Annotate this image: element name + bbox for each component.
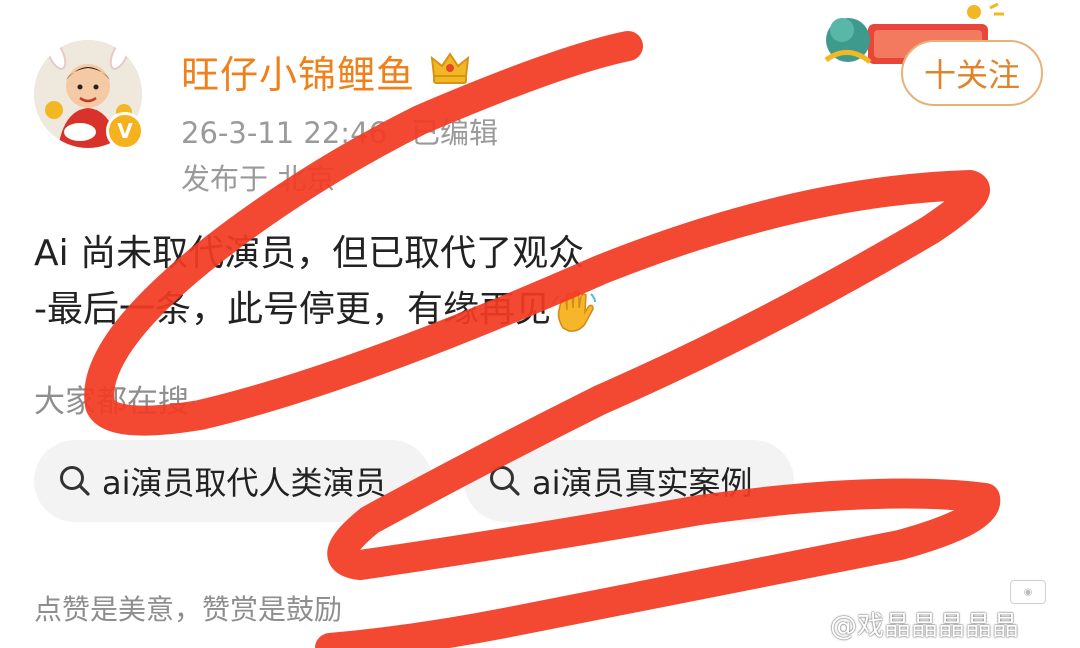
watermark: @戏晶晶晶晶晶 bbox=[830, 611, 1019, 642]
verified-v-icon: V bbox=[106, 112, 144, 150]
post-line-2-text: -最后一条，此号停更，有缘再见 bbox=[34, 289, 551, 330]
search-icon bbox=[60, 466, 90, 496]
waving-hand-icon bbox=[552, 290, 596, 332]
weibo-logo-icon: ◉ bbox=[1010, 580, 1046, 604]
search-section-heading: 大家都在搜 bbox=[34, 384, 189, 420]
author-name[interactable]: 旺仔小锦鲤鱼 bbox=[181, 44, 415, 99]
edited-label[interactable]: 已编辑 bbox=[411, 116, 498, 150]
post-line-1: Ai 尚未取代演员，但已取代了观众 bbox=[34, 233, 585, 274]
crown-icon[interactable] bbox=[428, 46, 472, 90]
reward-prompt: 点赞是美意，赞赏是鼓励 bbox=[34, 593, 343, 626]
post-location: 发布于 北京 bbox=[181, 162, 336, 196]
search-chip-label: ai演员取代人类演员 bbox=[102, 464, 387, 502]
post-line-2: -最后一条，此号停更，有缘再见 bbox=[34, 282, 597, 338]
search-chip-label: ai演员真实案例 bbox=[532, 464, 753, 502]
post-content: Ai 尚未取代演员，但已取代了观众 -最后一条，此号停更，有缘再见 bbox=[34, 226, 597, 338]
post-timestamp: 26-3-11 22:46 bbox=[181, 116, 387, 150]
weibo-post-screenshot: V 旺仔小锦鲤鱼 26-3-11 22:46 已编辑 发布于 北京 十关注 Ai … bbox=[0, 0, 1080, 648]
search-chip[interactable]: ai演员真实案例 bbox=[464, 440, 794, 522]
post-meta: 26-3-11 22:46 已编辑 bbox=[181, 110, 498, 152]
follow-button[interactable]: 十关注 bbox=[901, 40, 1043, 106]
search-icon bbox=[490, 466, 520, 496]
search-chip[interactable]: ai演员取代人类演员 bbox=[34, 440, 432, 522]
